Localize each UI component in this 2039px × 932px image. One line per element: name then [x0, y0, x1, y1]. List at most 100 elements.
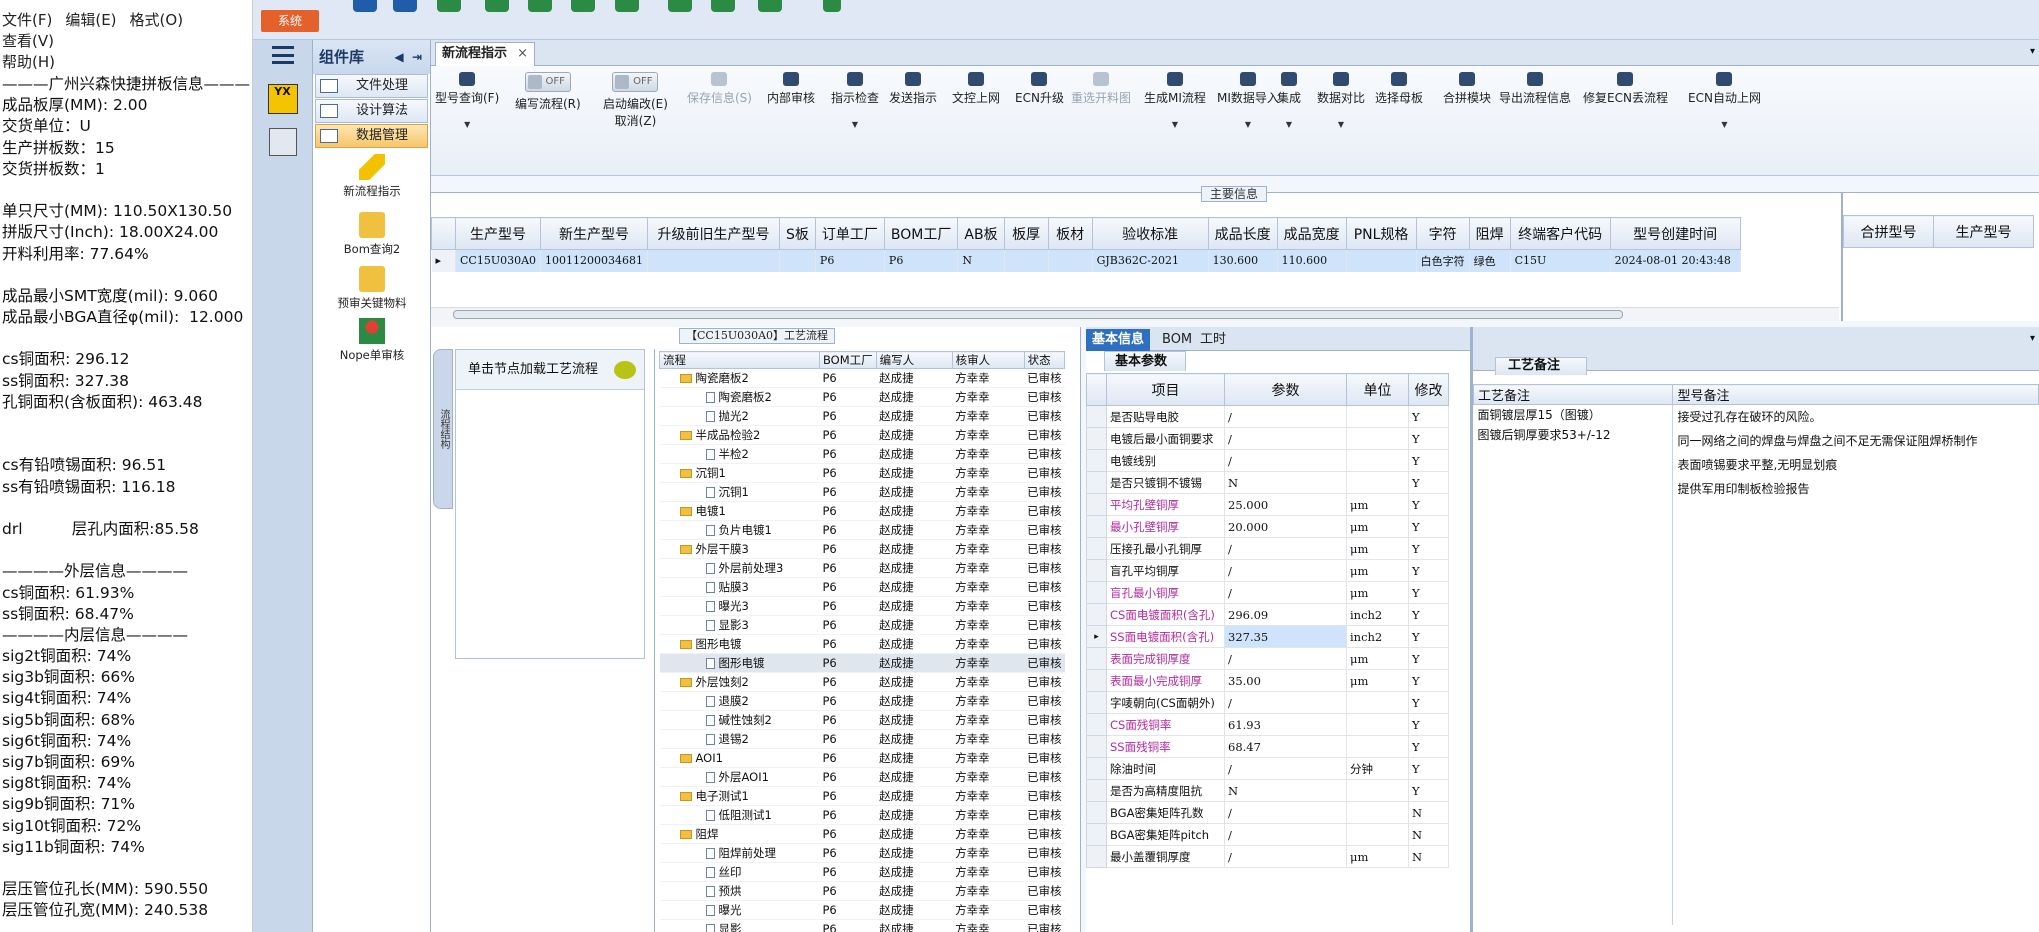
tool-bom-query2[interactable]: Bom查询2 [313, 212, 431, 257]
param-row[interactable]: 电镀后最小面铜要求 / Y [1086, 427, 1449, 450]
col-header[interactable]: PNL规格 [1345, 217, 1417, 250]
flow-structure-tab[interactable]: 流程结构 [433, 349, 453, 509]
ribbon-item-13-button[interactable]: 修复ECN丢流程 [1583, 72, 1668, 106]
process-row[interactable]: 抛光2 P6 赵成捷 方幸幸 已审核 [659, 406, 1065, 426]
param-row[interactable]: CS面电镀面积(含孔) 296.09 inch2 Y [1086, 603, 1449, 626]
param-row[interactable]: ▸ SS面电镀面积(含孔) 327.35 inch2 Y [1086, 625, 1449, 648]
process-row[interactable]: 显影3 P6 赵成捷 方幸幸 已审核 [659, 615, 1065, 635]
table-cell[interactable]: 130.600 [1208, 249, 1278, 272]
param-row[interactable]: 字唛朝向(CS面朝外) / Y [1086, 691, 1449, 714]
dropdown-arrow-icon[interactable]: ▼ [1217, 120, 1279, 129]
process-row[interactable]: 外层蚀刻2 P6 赵成捷 方幸幸 已审核 [659, 672, 1065, 692]
param-row[interactable]: 除油时间 / 分钟 Y [1086, 757, 1449, 780]
ribbon-item-0-button[interactable]: 内部审核 [767, 72, 815, 106]
table-cell[interactable]: P6 [815, 249, 885, 272]
dropdown-arrow-icon[interactable]: ▼ [1277, 120, 1301, 129]
menu-help[interactable]: 帮助(H) [2, 52, 55, 73]
process-node[interactable]: 丝印 [659, 862, 820, 882]
col-header[interactable]: 板材 [1047, 217, 1093, 250]
col-header[interactable]: 单位 [1346, 373, 1409, 406]
search-icon[interactable] [353, 0, 377, 12]
col-header[interactable]: 成品长度 [1207, 217, 1278, 250]
ribbon-item-7-button[interactable]: MI数据导入 ▼ [1217, 72, 1279, 129]
process-row[interactable]: 阻焊前处理 P6 赵成捷 方幸幸 已审核 [659, 843, 1065, 863]
col-header[interactable]: 流程 [659, 351, 820, 369]
param-value[interactable]: 35.00 [1224, 669, 1347, 692]
process-node[interactable]: 曝光3 [659, 596, 820, 616]
process-row[interactable]: 低阻测试1 P6 赵成捷 方幸幸 已审核 [659, 805, 1065, 825]
param-value[interactable]: 61.93 [1224, 713, 1347, 736]
process-node[interactable]: 外层AOI1 [659, 767, 820, 787]
param-row[interactable]: 平均孔壁铜厚 25.000 μm Y [1086, 493, 1449, 516]
ribbon-item-12-button[interactable]: 导出流程信息 [1499, 72, 1571, 106]
save-icon[interactable] [437, 0, 461, 12]
calculator-icon[interactable] [268, 128, 297, 156]
param-value[interactable]: / [1224, 405, 1347, 428]
param-value[interactable]: 68.47 [1224, 735, 1347, 758]
process-row[interactable]: 贴膜3 P6 赵成捷 方幸幸 已审核 [659, 577, 1065, 597]
param-value[interactable]: / [1224, 449, 1347, 472]
table-cell[interactable]: GJB362C-2021 [1092, 249, 1209, 272]
param-value[interactable]: / [1224, 537, 1347, 560]
model-query-button[interactable]: 型号查询(F) ▼ [435, 72, 499, 129]
menu-view[interactable]: 查看(V) [2, 31, 54, 52]
param-value[interactable]: 327.35 [1224, 625, 1347, 648]
excel-icon[interactable] [823, 0, 841, 12]
ribbon-item-9-button[interactable]: 数据对比 ▼ [1317, 72, 1365, 129]
param-row[interactable]: 表面最小完成铜厚 35.00 μm Y [1086, 669, 1449, 692]
toggle-switch[interactable]: OFF [612, 72, 659, 92]
col-header[interactable]: 核审人 [951, 351, 1025, 369]
param-row[interactable]: 盲孔最小铜厚 / μm Y [1086, 581, 1449, 604]
process-notes-cell[interactable]: 面铜镀层厚15（图镀） 图镀后铜厚要求53+/-12 [1473, 404, 1674, 925]
col-header[interactable]: 新生产型号 [540, 217, 649, 250]
splitter[interactable] [654, 349, 655, 932]
chevron-down-icon[interactable]: ▾ [2030, 46, 2035, 57]
user-icon[interactable] [668, 0, 692, 12]
ribbon-item-1-button[interactable]: 指示检查 ▼ [831, 72, 879, 129]
param-row[interactable]: BGA密集矩阵pitch / N [1086, 823, 1449, 846]
param-value[interactable]: / [1224, 691, 1347, 714]
tool-nope-review[interactable]: Nope单审核 [313, 318, 431, 363]
process-node[interactable]: 半成品检验2 [659, 425, 820, 445]
col-header[interactable]: 项目 [1106, 373, 1225, 406]
param-value[interactable]: 25.000 [1224, 493, 1347, 516]
param-value[interactable]: / [1224, 581, 1347, 604]
process-node[interactable]: 电子测试1 [659, 786, 820, 806]
process-node[interactable]: 显影3 [659, 615, 820, 635]
tool-prereview-key-material[interactable]: 预审关键物料 [313, 266, 431, 311]
process-row[interactable]: AOI1 P6 赵成捷 方幸幸 已审核 [659, 748, 1065, 768]
col-header[interactable]: S板 [779, 217, 816, 250]
table-cell[interactable] [779, 249, 816, 272]
process-node[interactable]: AOI1 [659, 748, 820, 768]
param-value[interactable]: / [1224, 823, 1347, 846]
ribbon-item-8-button[interactable]: 集成 ▼ [1277, 72, 1301, 129]
param-row[interactable]: CS面残铜率 61.93 Y [1086, 713, 1449, 736]
process-row[interactable]: 电子测试1 P6 赵成捷 方幸幸 已审核 [659, 786, 1065, 806]
category-design-algorithm[interactable]: 设计算法 [315, 99, 428, 123]
process-row[interactable]: 图形电镀 P6 赵成捷 方幸幸 已审核 [659, 653, 1065, 673]
process-row[interactable]: 外层干膜3 P6 赵成捷 方幸幸 已审核 [659, 539, 1065, 559]
col-header[interactable]: 编写人 [875, 351, 953, 369]
category-file-processing[interactable]: 文件处理 [315, 74, 428, 98]
menu-format[interactable]: 格式(O) [130, 10, 184, 31]
table-cell[interactable]: P6 [884, 249, 959, 272]
col-header[interactable]: 字符 [1415, 217, 1470, 250]
param-value[interactable]: / [1224, 801, 1347, 824]
table-cell[interactable]: 白色字符 [1416, 249, 1470, 272]
table-icon[interactable] [528, 0, 552, 12]
row-header-corner[interactable] [431, 217, 456, 250]
process-row[interactable]: 沉铜1 P6 赵成捷 方幸幸 已审核 [659, 482, 1065, 502]
param-row[interactable]: 是否只镀铜不镀锡 N Y [1086, 471, 1449, 494]
grid-icon[interactable] [615, 0, 639, 12]
process-node[interactable]: 阻焊 [659, 824, 820, 844]
param-row[interactable]: 表面完成铜厚度 / μm Y [1086, 647, 1449, 670]
process-node[interactable]: 退膜2 [659, 691, 820, 711]
param-row[interactable]: BGA密集矩阵孔数 / N [1086, 801, 1449, 824]
dropdown-arrow-icon[interactable]: ▼ [1317, 120, 1365, 129]
col-header[interactable]: BOM工厂 [819, 351, 877, 369]
col-header[interactable]: 修改 [1408, 373, 1449, 406]
col-header[interactable]: 生产型号 [454, 217, 542, 250]
process-node[interactable]: 低阻测试1 [659, 805, 820, 825]
col-header[interactable]: 成品宽度 [1276, 217, 1347, 250]
table-cell[interactable]: 110.600 [1277, 249, 1347, 272]
